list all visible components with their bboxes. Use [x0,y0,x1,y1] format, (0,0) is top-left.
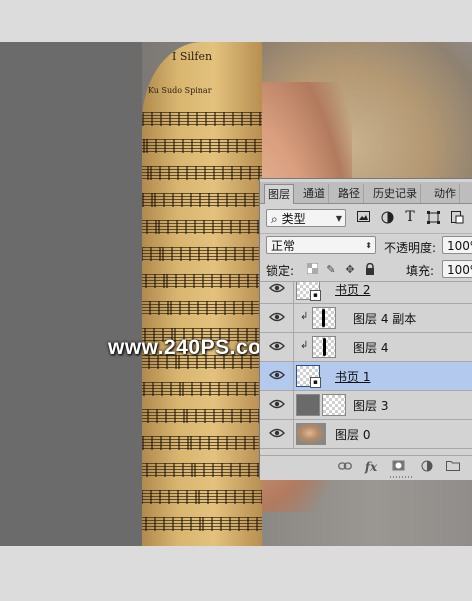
layer-row-layer-3[interactable]: 图层 3 [260,391,472,420]
smart-object-icon: ▪ [310,290,321,301]
layers-panel: 图层 通道 路径 历史记录 动作 ⌕ 类型 ▼ T 正常 ⬍ 不透明度: 100 [259,178,472,480]
music-notes [142,463,262,477]
layer-mask-thumbnail [322,394,346,416]
shape-filter-icon[interactable] [426,211,440,225]
smart-object-icon: ▪ [310,377,321,388]
music-notes [142,139,262,153]
filter-type-select[interactable]: ⌕ 类型 ▼ [266,209,346,227]
visibility-divider [293,391,294,419]
visibility-divider [293,420,294,448]
fill-label: 填充: [406,264,435,278]
filter-type-value: 类型 [281,212,306,226]
tab-channels[interactable]: 通道 [300,184,329,203]
panel-tabs: 图层 通道 路径 历史记录 动作 [260,182,472,204]
lock-move-icon[interactable]: ✥ [343,263,357,277]
sheet-music-overlay: I Silfen Ku Sudo Spinar [142,42,262,546]
blend-mode-select[interactable]: 正常 ⬍ [266,236,376,254]
lock-label: 锁定: [266,264,295,278]
visibility-divider [293,362,294,390]
adjustment-icon[interactable] [420,460,434,474]
layer-row-layer-0[interactable]: 图层 0 [260,420,472,449]
search-icon: ⌕ [271,212,278,226]
mask-shape [323,338,326,356]
music-notes [142,166,262,180]
opacity-label: 不透明度: [384,241,437,255]
text-filter-icon[interactable]: T [403,210,417,224]
fill-input[interactable]: 100% [442,260,472,278]
music-notes [142,301,262,315]
layer-row-book-page-2[interactable]: ▪ 书页 2 [260,282,472,304]
visibility-divider [293,333,294,361]
layer-name[interactable]: 书页 1 [335,368,370,385]
opacity-input[interactable]: 100% [442,236,472,254]
lock-all-icon[interactable] [363,262,377,277]
layer-name[interactable]: 书页 2 [335,282,370,298]
visibility-divider [293,304,294,332]
layer-row-layer-4-copy[interactable]: ↲ 图层 4 副本 [260,304,472,333]
mask-icon[interactable] [391,460,405,474]
tab-paths[interactable]: 路径 [335,184,364,203]
tab-layers[interactable]: 图层 [264,184,294,204]
clipping-arrow-icon: ↲ [300,340,309,351]
mask-shape [322,309,325,327]
music-notes [142,274,262,288]
music-notes [142,409,262,423]
layer-name[interactable]: 图层 4 副本 [353,310,416,327]
link-icon[interactable] [338,460,352,474]
blend-row: 正常 ⬍ 不透明度: 100% [260,234,472,258]
layer-name[interactable]: 图层 3 [353,397,388,414]
resize-grip[interactable] [390,476,414,478]
folder-icon[interactable] [446,460,460,474]
chevron-down-icon: ▼ [335,214,342,223]
eye-icon[interactable] [269,311,285,323]
lock-brush-icon[interactable]: ✎ [324,263,338,277]
music-notes [142,517,262,531]
music-notes [142,490,262,504]
music-notes [142,112,262,126]
layer-thumbnail [296,394,320,416]
tab-history[interactable]: 历史记录 [370,184,421,203]
layer-thumbnail [312,336,336,358]
music-notes [142,382,262,396]
adjustment-filter-icon[interactable] [380,211,394,225]
layer-name[interactable]: 图层 0 [335,426,370,443]
layer-row-layer-4[interactable]: ↲ 图层 4 [260,333,472,362]
clipping-arrow-icon: ↲ [300,311,309,322]
sheet-subtitle: Ku Sudo Spinar [148,86,212,95]
layer-thumbnail: ▪ [296,365,321,388]
layer-thumbnail [296,423,326,445]
tab-actions[interactable]: 动作 [431,184,460,203]
layer-list: ▪ 书页 2 ↲ 图层 4 副本 ↲ 图层 4 ▪ 书页 1 图层 3 图层 0 [260,282,472,455]
layer-thumbnail: ▪ [296,282,321,301]
filter-row: ⌕ 类型 ▼ T [260,203,472,234]
music-notes [142,436,262,450]
panel-footer: fx [260,455,472,480]
eye-icon[interactable] [269,340,285,352]
eye-icon[interactable] [269,282,285,294]
sheet-title: I Silfen [172,50,213,63]
music-notes [142,220,262,234]
blend-mode-value: 正常 [271,239,296,253]
smart-object-filter-icon[interactable] [450,211,464,225]
layer-thumbnail [312,307,336,329]
layer-row-book-page-1[interactable]: ▪ 书页 1 [260,362,472,391]
fx-icon[interactable]: fx [364,460,378,474]
lock-transparent-icon[interactable] [305,262,319,277]
watermark: www.240PS.com [108,336,281,359]
eye-icon[interactable] [269,398,285,410]
visibility-divider [293,282,294,303]
eye-icon[interactable] [269,369,285,381]
chevron-updown-icon: ⬍ [365,241,372,250]
lock-row: 锁定: ✎ ✥ 填充: 100% [260,259,472,282]
layer-name[interactable]: 图层 4 [353,339,388,356]
music-notes [142,193,262,207]
music-notes [142,247,262,261]
image-filter-icon[interactable] [356,211,370,225]
eye-icon[interactable] [269,427,285,439]
